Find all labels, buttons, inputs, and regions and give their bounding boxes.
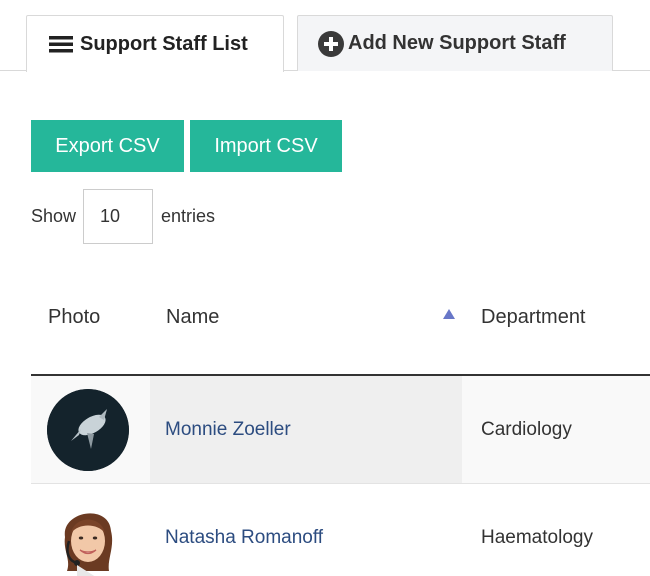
tab-add-new-support-staff[interactable]: Add New Support Staff [297,15,613,71]
column-header-photo: Photo [48,306,101,328]
department-cell: Haematology [481,527,593,548]
tab-support-staff-list[interactable]: Support Staff List [26,15,284,72]
import-csv-button[interactable]: Import CSV [190,120,342,172]
entries-per-page-input[interactable] [83,188,154,244]
tab-add-new-support-staff-label: Add New Support Staff [348,32,566,54]
tab-bar: Support Staff List Add New Support Staff [0,0,650,72]
avatar [47,388,129,471]
table-row: Monnie Zoeller Cardiology [31,376,650,484]
entries-label: entries [161,205,216,226]
table-row: Natasha Romanoff Haematology [31,484,650,576]
name-cell: Natasha Romanoff [150,484,462,576]
show-label: Show [31,205,77,226]
department-cell: Cardiology [481,418,572,440]
tab-support-staff-list-label: Support Staff List [80,32,248,55]
support-staff-table: Photo Name Department Monnie Zoeller Car… [31,280,650,576]
staff-name-link[interactable]: Monnie Zoeller [165,419,291,441]
column-header-name[interactable]: Name [166,306,219,329]
export-csv-button[interactable]: Export CSV [31,120,184,172]
name-cell: Monnie Zoeller [150,376,462,483]
plus-circle-icon [318,30,344,57]
photo-cell [31,376,150,483]
sort-ascending-icon[interactable] [443,309,455,319]
staff-name-link[interactable]: Natasha Romanoff [165,527,323,549]
avatar [47,497,129,576]
entries-length-control: Show entries [31,188,215,244]
table-header: Photo Name Department [31,280,650,376]
photo-cell [31,484,150,576]
column-header-department[interactable]: Department [481,306,586,329]
list-icon [49,34,73,54]
